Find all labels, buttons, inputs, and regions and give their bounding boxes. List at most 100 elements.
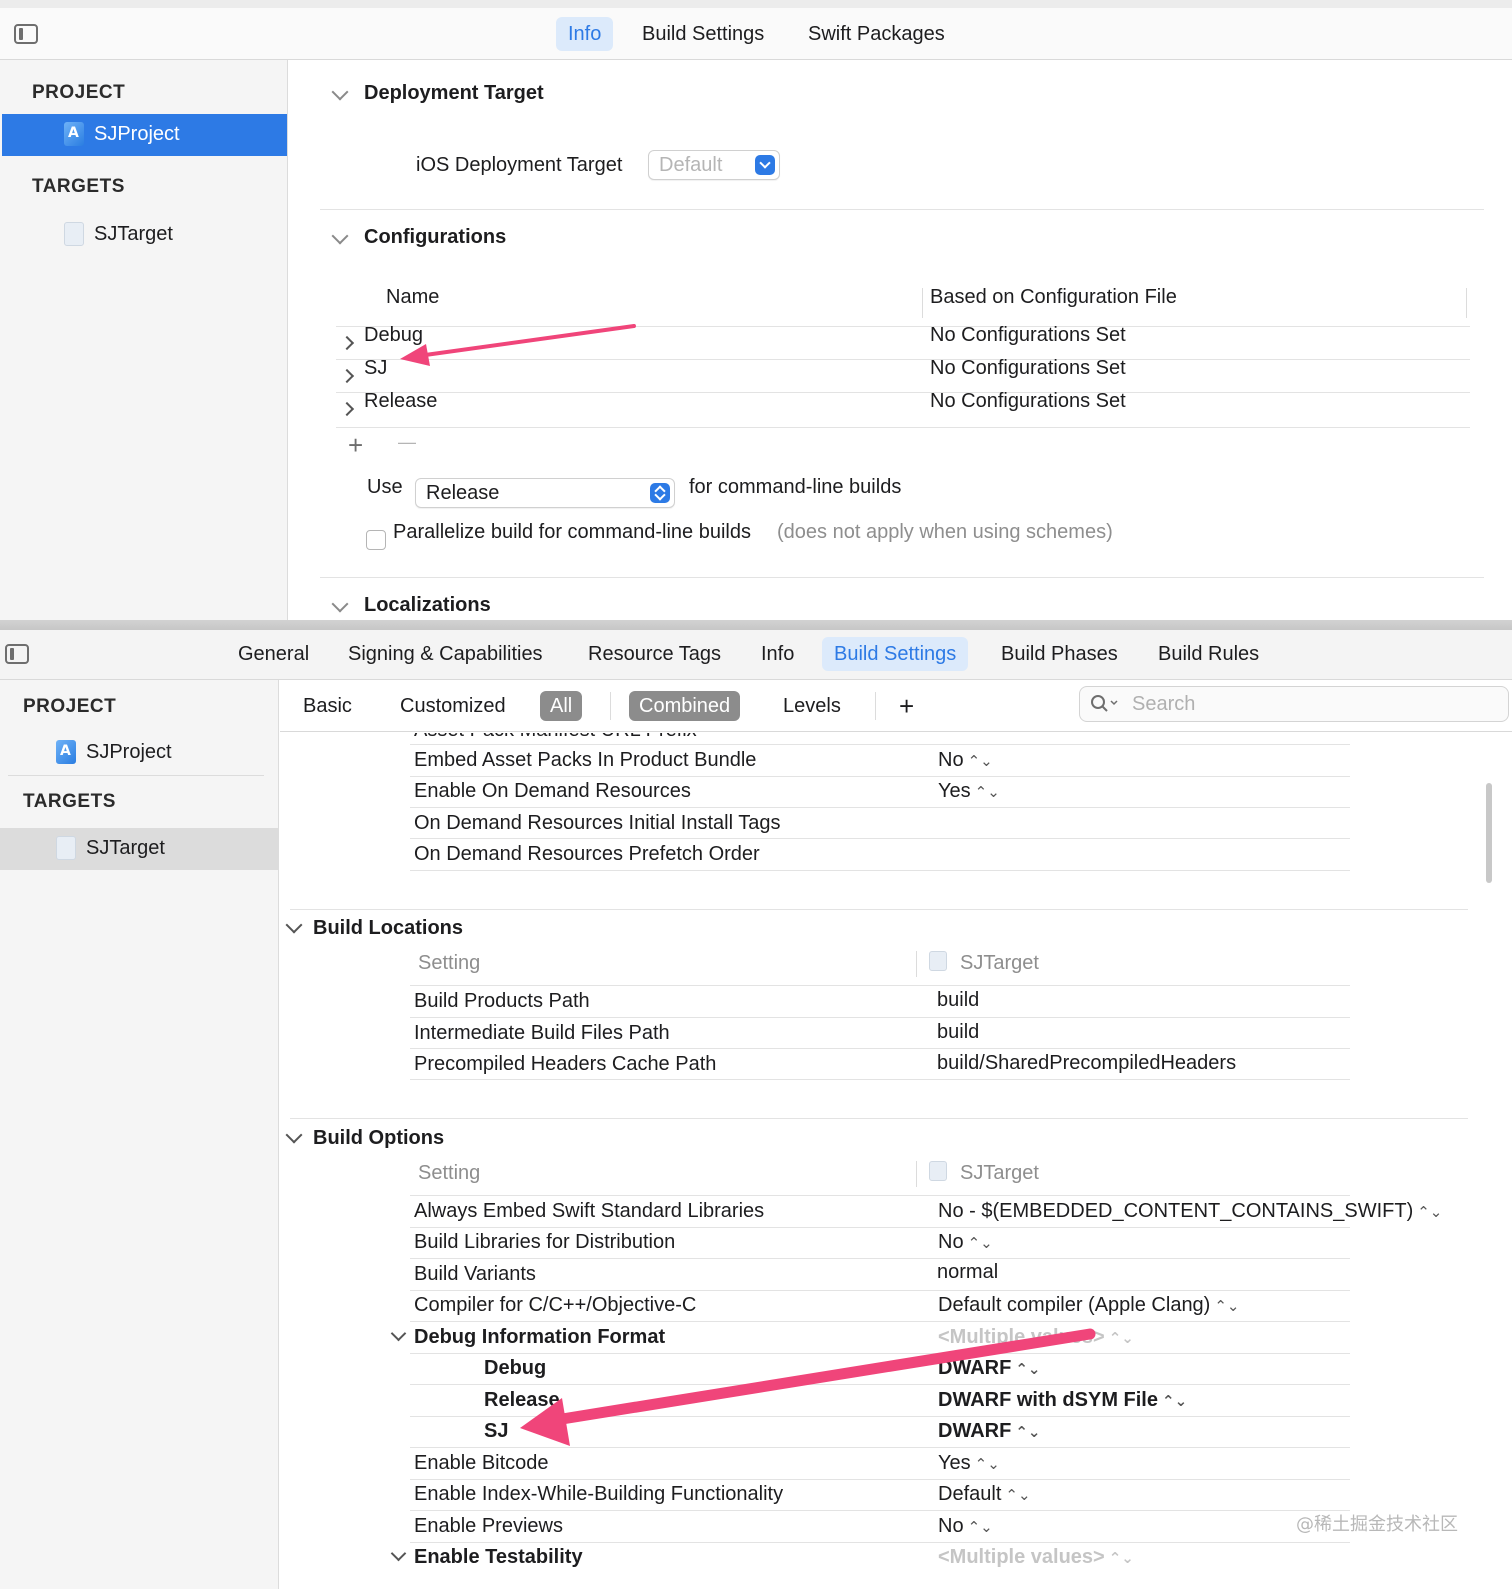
filter-all[interactable]: All bbox=[540, 691, 583, 721]
configuration-name: Release bbox=[484, 1389, 560, 1411]
setting-value[interactable]: Default ⌃⌄ bbox=[938, 1483, 1031, 1506]
chevron-right-icon[interactable] bbox=[339, 335, 355, 351]
stepper-icon: ⌃⌄ bbox=[1162, 1393, 1188, 1410]
filter-combined[interactable]: Combined bbox=[629, 691, 741, 721]
up-down-chevron-icon bbox=[650, 483, 670, 503]
parallelize-checkbox[interactable] bbox=[366, 530, 386, 550]
tab-info[interactable]: Info bbox=[749, 637, 806, 671]
divider bbox=[410, 838, 1350, 839]
add-setting-button[interactable]: + bbox=[889, 691, 924, 721]
setting-value[interactable]: <Multiple values> ⌃⌄ bbox=[938, 1546, 1134, 1569]
use-label: Use bbox=[367, 476, 403, 498]
section-title-localizations: Localizations bbox=[364, 594, 491, 616]
tab-build-settings[interactable]: Build Settings bbox=[630, 17, 776, 51]
column-header-setting[interactable]: Setting bbox=[418, 952, 480, 975]
setting-value[interactable]: build bbox=[937, 989, 979, 1012]
tab-build-settings[interactable]: Build Settings bbox=[822, 637, 969, 671]
sidebar-item-sjtarget[interactable]: SJTarget bbox=[0, 828, 278, 870]
sidebar-item-sjtarget[interactable]: SJTarget bbox=[2, 214, 287, 256]
disclosure-chevron-down-icon[interactable] bbox=[390, 1325, 407, 1342]
target-editor-build-settings-window: General Signing & Capabilities Resource … bbox=[0, 630, 1512, 1589]
configuration-file: No Configurations Set bbox=[930, 324, 1126, 346]
setting-name: Always Embed Swift Standard Libraries bbox=[414, 1200, 765, 1222]
setting-value[interactable]: Default compiler (Apple Clang) ⌃⌄ bbox=[938, 1294, 1239, 1317]
disclosure-chevron-down-icon[interactable] bbox=[390, 1545, 407, 1562]
divider bbox=[410, 1227, 1350, 1228]
ios-deployment-target-popup[interactable]: Default bbox=[648, 150, 780, 180]
divider bbox=[410, 1542, 1350, 1543]
section-title-build-options: Build Options bbox=[313, 1127, 445, 1149]
stepper-icon: ⌃⌄ bbox=[967, 1235, 993, 1252]
setting-value[interactable]: build bbox=[937, 1021, 979, 1044]
sidebar-toggle-icon[interactable] bbox=[14, 24, 38, 44]
disclosure-chevron-down-icon[interactable] bbox=[285, 1126, 303, 1144]
tab-build-rules[interactable]: Build Rules bbox=[1146, 637, 1271, 671]
project-navigator-sidebar: PROJECT SJProject TARGETS SJTarget bbox=[0, 680, 279, 1589]
project-file-icon bbox=[56, 740, 76, 764]
setting-value[interactable]: No - $(EMBEDDED_CONTENT_CONTAINS_SWIFT) ⌃… bbox=[938, 1200, 1442, 1223]
editor-tab-bar: Info Build Settings Swift Packages bbox=[0, 8, 1512, 60]
setting-value[interactable]: DWARF ⌃⌄ bbox=[938, 1420, 1040, 1443]
tab-general[interactable]: General bbox=[226, 637, 321, 671]
stepper-icon: ⌃⌄ bbox=[1417, 1204, 1443, 1221]
disclosure-chevron-down-icon[interactable] bbox=[285, 916, 303, 934]
column-header-target[interactable]: SJTarget bbox=[960, 1162, 1039, 1185]
tab-info[interactable]: Info bbox=[556, 17, 614, 51]
project-file-icon bbox=[64, 122, 84, 146]
sidebar-item-sjproject[interactable]: SJProject bbox=[2, 114, 287, 156]
stepper-icon: ⌃⌄ bbox=[1108, 1330, 1134, 1347]
filter-basic[interactable]: Basic bbox=[293, 691, 362, 721]
scrollbar-thumb[interactable] bbox=[1486, 783, 1492, 883]
target-app-icon bbox=[56, 836, 76, 860]
target-app-icon bbox=[929, 1161, 947, 1181]
command-line-config-popup[interactable]: Release bbox=[415, 478, 675, 508]
setting-name: Precompiled Headers Cache Path bbox=[414, 1053, 717, 1075]
disclosure-chevron-down-icon[interactable] bbox=[331, 227, 349, 245]
chevron-right-icon[interactable] bbox=[339, 368, 355, 384]
divider bbox=[410, 1290, 1350, 1291]
search-field[interactable]: Search bbox=[1079, 686, 1509, 722]
setting-name: Enable Testability bbox=[414, 1546, 583, 1568]
column-header-based-on[interactable]: Based on Configuration File bbox=[930, 286, 1177, 309]
setting-value[interactable]: build/SharedPrecompiledHeaders bbox=[937, 1052, 1236, 1075]
search-icon bbox=[1091, 695, 1118, 712]
setting-value[interactable]: No ⌃⌄ bbox=[938, 1231, 993, 1254]
tab-resource-tags[interactable]: Resource Tags bbox=[576, 637, 733, 671]
setting-value[interactable]: No ⌃⌄ bbox=[938, 749, 993, 772]
add-configuration-button[interactable]: + bbox=[348, 430, 363, 461]
divider bbox=[336, 427, 1470, 428]
filter-customized[interactable]: Customized bbox=[390, 691, 516, 721]
filter-divider bbox=[875, 692, 876, 720]
disclosure-chevron-down-icon[interactable] bbox=[331, 83, 349, 101]
setting-value[interactable]: Yes ⌃⌄ bbox=[938, 1452, 1000, 1475]
stepper-icon: ⌃⌄ bbox=[967, 753, 993, 770]
disclosure-chevron-down-icon[interactable] bbox=[331, 595, 349, 613]
stepper-icon: ⌃⌄ bbox=[1015, 1361, 1041, 1378]
tab-signing-capabilities[interactable]: Signing & Capabilities bbox=[336, 637, 555, 671]
sidebar-item-sjproject[interactable]: SJProject bbox=[0, 732, 278, 774]
divider bbox=[320, 209, 1484, 210]
section-divider bbox=[290, 1118, 1468, 1119]
setting-value[interactable]: <Multiple values> ⌃⌄ bbox=[938, 1326, 1134, 1349]
remove-configuration-button[interactable]: — bbox=[398, 432, 416, 453]
column-header-setting[interactable]: Setting bbox=[418, 1162, 480, 1185]
setting-value[interactable]: DWARF with dSYM File ⌃⌄ bbox=[938, 1389, 1187, 1412]
setting-value[interactable]: normal bbox=[937, 1261, 998, 1284]
setting-value[interactable]: No ⌃⌄ bbox=[938, 1515, 993, 1538]
tab-swift-packages[interactable]: Swift Packages bbox=[796, 17, 957, 51]
sidebar-toggle-icon[interactable] bbox=[5, 644, 29, 664]
setting-name: On Demand Resources Prefetch Order bbox=[414, 843, 760, 865]
divider bbox=[410, 870, 1350, 871]
column-header-name[interactable]: Name bbox=[386, 286, 439, 309]
column-header-target[interactable]: SJTarget bbox=[960, 952, 1039, 975]
tab-build-phases[interactable]: Build Phases bbox=[989, 637, 1130, 671]
sidebar-item-label: SJTarget bbox=[86, 837, 165, 859]
divider bbox=[410, 1048, 1350, 1049]
setting-value[interactable]: DWARF ⌃⌄ bbox=[938, 1357, 1040, 1380]
setting-value[interactable]: Yes ⌃⌄ bbox=[938, 780, 1000, 803]
chevron-right-icon[interactable] bbox=[339, 401, 355, 417]
stepper-icon: ⌃⌄ bbox=[1015, 1424, 1041, 1441]
filter-levels[interactable]: Levels bbox=[773, 691, 851, 721]
divider bbox=[410, 807, 1350, 808]
project-editor-info-window: Info Build Settings Swift Packages PROJE… bbox=[0, 0, 1512, 628]
